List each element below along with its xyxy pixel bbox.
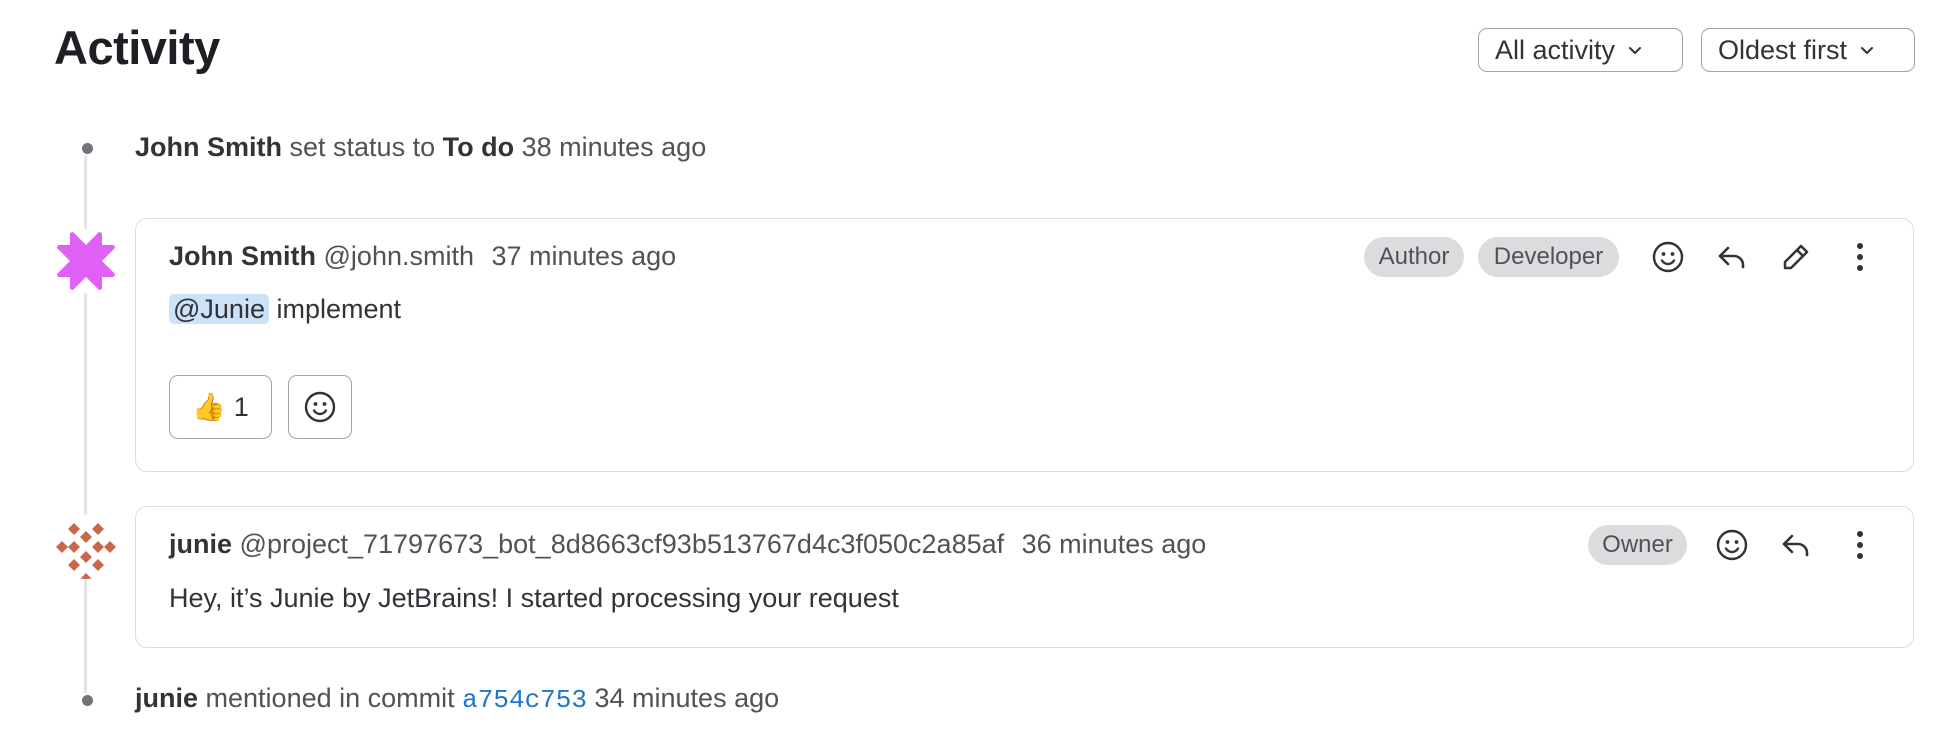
- thumbs-up-emoji: 👍: [192, 392, 226, 422]
- role-badge-developer: Developer: [1478, 237, 1619, 277]
- chevron-down-icon: [1861, 47, 1874, 54]
- more-actions-button[interactable]: [1840, 525, 1880, 565]
- reply-button[interactable]: [1776, 525, 1816, 565]
- event-actor[interactable]: John Smith: [135, 132, 282, 162]
- user-mention[interactable]: @Junie: [169, 294, 269, 324]
- add-reaction-button[interactable]: [1712, 525, 1752, 565]
- edit-comment-button[interactable]: [1776, 237, 1816, 277]
- note-body: Hey, it’s Junie by JetBrains! I started …: [169, 583, 899, 613]
- event-actor[interactable]: junie: [135, 683, 198, 713]
- event-status: To do: [442, 132, 515, 162]
- reaction-count: 1: [233, 391, 249, 422]
- role-badge-author: Author: [1364, 237, 1464, 277]
- sort-order-dropdown[interactable]: Oldest first: [1701, 28, 1915, 72]
- smiley-icon: [1716, 529, 1748, 561]
- smiley-icon: [1652, 241, 1684, 273]
- note-author-name[interactable]: junie: [169, 529, 232, 559]
- note-text: implement: [276, 294, 402, 324]
- more-actions-button[interactable]: [1840, 237, 1880, 277]
- timeline-dot: [80, 693, 95, 708]
- avatar[interactable]: [54, 515, 118, 579]
- note-card: John Smith @john.smith 37 minutes ago Au…: [135, 218, 1914, 472]
- note-body: @Junie implement: [169, 294, 401, 325]
- add-reaction-button[interactable]: [1648, 237, 1688, 277]
- page-title: Activity: [54, 21, 220, 74]
- pencil-icon: [1783, 244, 1809, 270]
- note-card: junie @project_71797673_bot_8d8663cf93b5…: [135, 506, 1914, 648]
- reply-icon: [1718, 246, 1745, 269]
- note-author-name[interactable]: John Smith: [169, 241, 316, 271]
- activity-filter-label: All activity: [1495, 34, 1616, 65]
- chevron-down-icon: [1629, 47, 1642, 54]
- note-header: junie @project_71797673_bot_8d8663cf93b5…: [169, 529, 1206, 560]
- system-note-status: John Smith set status to To do 38 minute…: [135, 132, 706, 163]
- event-text: set status to: [289, 132, 436, 162]
- kebab-icon: [1857, 531, 1863, 559]
- activity-filter-dropdown[interactable]: All activity: [1478, 28, 1683, 72]
- role-badge-owner: Owner: [1588, 525, 1687, 565]
- note-timestamp[interactable]: 36 minutes ago: [1022, 529, 1207, 559]
- sort-order-label: Oldest first: [1718, 34, 1848, 65]
- avatar[interactable]: [54, 229, 118, 293]
- reply-icon: [1782, 534, 1809, 557]
- reply-button[interactable]: [1712, 237, 1752, 277]
- reaction-thumbsup-button[interactable]: 👍 1: [169, 375, 272, 439]
- activity-page: Activity All activity Oldest first John …: [0, 0, 1952, 744]
- add-emoji-reaction-button[interactable]: [288, 375, 352, 439]
- identicon-avatar-2: [54, 515, 118, 579]
- event-time[interactable]: 34 minutes ago: [595, 683, 780, 713]
- note-author-username[interactable]: @john.smith: [324, 241, 474, 271]
- system-note-commit: junie mentioned in commit a754c753 34 mi…: [135, 683, 779, 715]
- note-author-username[interactable]: @project_71797673_bot_8d8663cf93b513767d…: [240, 529, 1005, 559]
- event-text: mentioned in commit: [205, 683, 455, 713]
- smiley-icon: [304, 391, 336, 423]
- timeline-dot: [80, 141, 95, 156]
- kebab-icon: [1857, 243, 1863, 271]
- commit-link[interactable]: a754c753: [462, 685, 587, 715]
- note-header: John Smith @john.smith 37 minutes ago: [169, 241, 676, 272]
- identicon-avatar-1: [54, 229, 118, 293]
- event-time[interactable]: 38 minutes ago: [522, 132, 707, 162]
- note-timestamp[interactable]: 37 minutes ago: [492, 241, 677, 271]
